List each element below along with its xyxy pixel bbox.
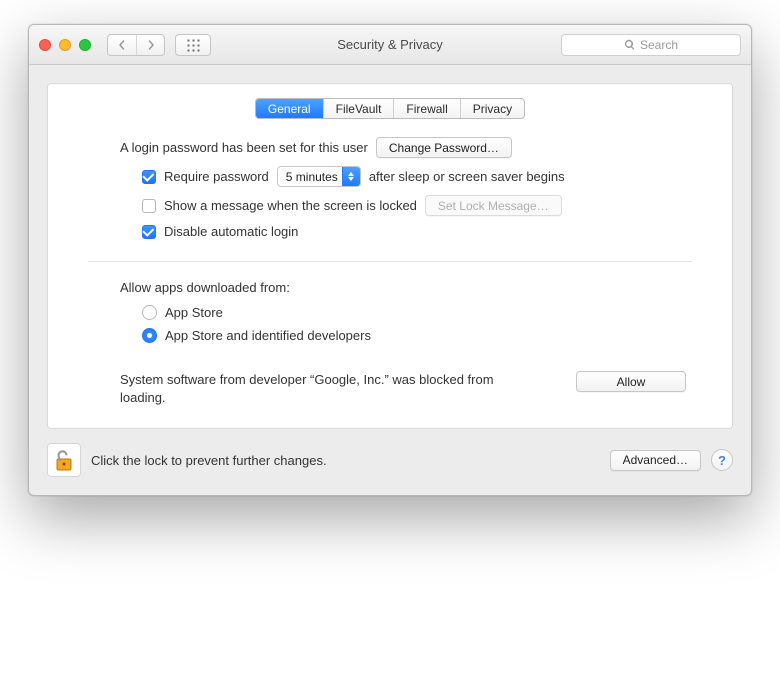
radio-appstore[interactable]: [142, 305, 157, 320]
tab-firewall[interactable]: Firewall: [393, 99, 459, 118]
require-password-checkbox[interactable]: [142, 170, 156, 184]
require-password-row: Require password 5 minutes after sleep o…: [142, 166, 692, 187]
gatekeeper-option-appstore: App Store: [142, 305, 692, 320]
allow-button[interactable]: Allow: [576, 371, 686, 392]
blocked-software-text: System software from developer “Google, …: [120, 371, 500, 406]
window-controls: [39, 39, 91, 51]
show-all-prefs-button[interactable]: [175, 34, 211, 56]
search-field[interactable]: Search: [561, 34, 741, 56]
search-icon: [624, 39, 636, 51]
nav-forward-button[interactable]: [136, 35, 164, 55]
require-password-delay-select[interactable]: 5 minutes: [277, 166, 361, 187]
preferences-window: Security & Privacy Search General FileVa…: [28, 24, 752, 496]
show-message-checkbox[interactable]: [142, 199, 156, 213]
gatekeeper-option-identified: App Store and identified developers: [142, 328, 692, 343]
help-button[interactable]: ?: [711, 449, 733, 471]
login-options: Require password 5 minutes after sleep o…: [88, 166, 692, 239]
search-placeholder: Search: [640, 38, 678, 52]
radio-identified-label: App Store and identified developers: [165, 328, 371, 343]
main-panel: General FileVault Firewall Privacy A log…: [47, 83, 733, 429]
tab-segment: General FileVault Firewall Privacy: [255, 98, 525, 119]
unlocked-padlock-icon: [53, 448, 75, 472]
select-stepper-icon: [342, 167, 360, 186]
disable-auto-login-row: Disable automatic login: [142, 224, 692, 239]
require-password-delay-value: 5 minutes: [286, 170, 338, 184]
nav-back-button[interactable]: [108, 35, 136, 55]
disable-auto-login-checkbox[interactable]: [142, 225, 156, 239]
show-message-label: Show a message when the screen is locked: [164, 198, 417, 213]
require-password-label: Require password: [164, 169, 269, 184]
gatekeeper-section: Allow apps downloaded from: App Store Ap…: [88, 280, 692, 406]
titlebar: Security & Privacy Search: [29, 25, 751, 65]
radio-identified-developers[interactable]: [142, 328, 157, 343]
lock-text: Click the lock to prevent further change…: [91, 453, 327, 468]
grid-icon: [186, 38, 200, 52]
close-window-icon[interactable]: [39, 39, 51, 51]
blocked-software-row: System software from developer “Google, …: [88, 371, 692, 406]
disable-auto-login-label: Disable automatic login: [164, 224, 298, 239]
login-password-row: A login password has been set for this u…: [88, 137, 692, 158]
show-message-row: Show a message when the screen is locked…: [142, 195, 692, 216]
general-content: A login password has been set for this u…: [48, 137, 732, 406]
nav-back-forward: [107, 34, 165, 56]
divider: [88, 261, 692, 262]
tabs: General FileVault Firewall Privacy: [48, 98, 732, 119]
tab-filevault[interactable]: FileVault: [323, 99, 394, 118]
help-icon: ?: [718, 453, 726, 468]
gatekeeper-heading: Allow apps downloaded from:: [120, 280, 290, 295]
require-password-suffix: after sleep or screen saver begins: [369, 169, 565, 184]
footer: Click the lock to prevent further change…: [29, 443, 751, 495]
tab-privacy[interactable]: Privacy: [460, 99, 524, 118]
radio-appstore-label: App Store: [165, 305, 223, 320]
lock-button[interactable]: [47, 443, 81, 477]
tab-general[interactable]: General: [256, 99, 323, 118]
login-password-text: A login password has been set for this u…: [120, 140, 368, 155]
advanced-button[interactable]: Advanced…: [610, 450, 701, 471]
change-password-button[interactable]: Change Password…: [376, 137, 512, 158]
set-lock-message-button: Set Lock Message…: [425, 195, 562, 216]
minimize-window-icon[interactable]: [59, 39, 71, 51]
zoom-window-icon[interactable]: [79, 39, 91, 51]
